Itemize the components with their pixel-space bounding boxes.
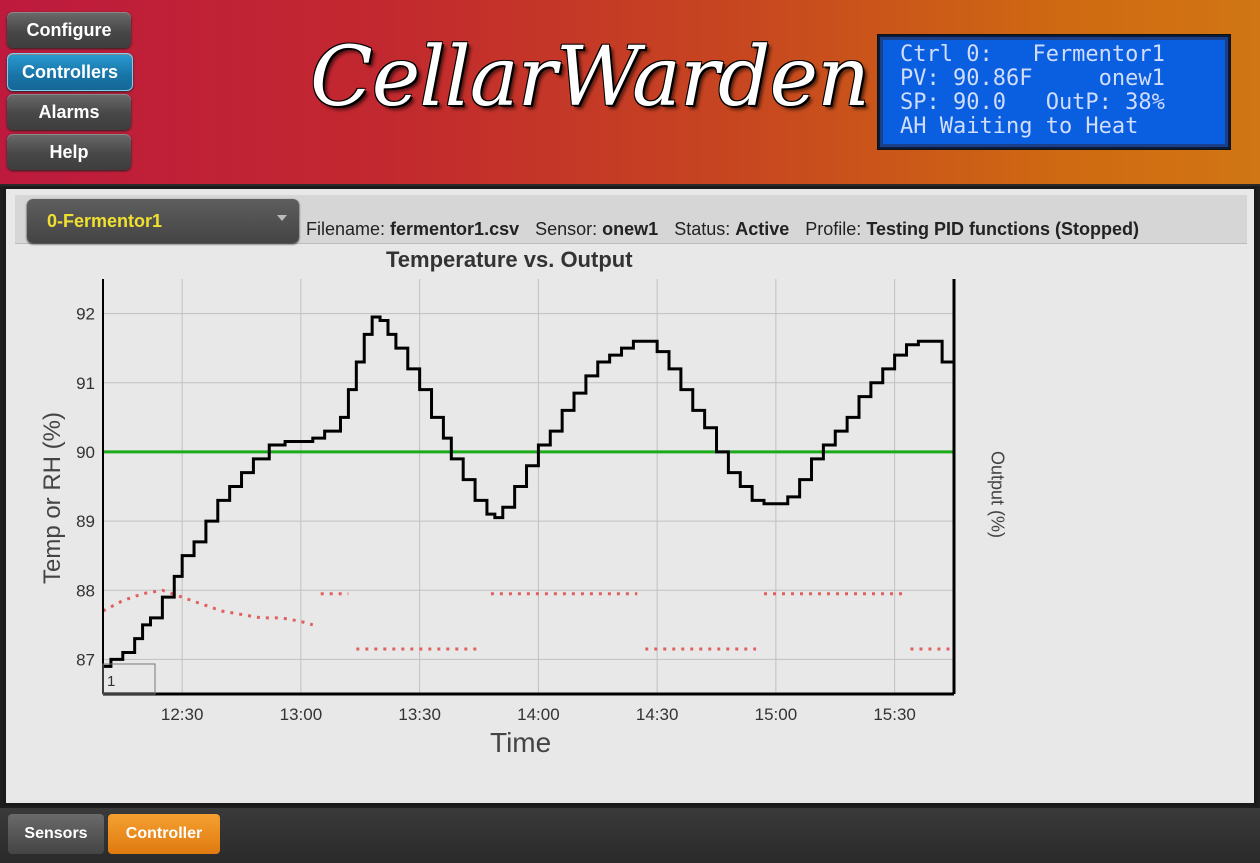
- temperature-output-chart: 87 88 89 90 91 92 12:30 13:00 13:30 14:00 14:30 15:…: [76, 279, 956, 724]
- y-tick-label: 92: [76, 305, 95, 324]
- x-tick-label: 14:00: [517, 705, 560, 724]
- y-tick-label: 87: [76, 650, 95, 669]
- tab-sensors[interactable]: Sensors: [8, 814, 104, 854]
- alarms-button[interactable]: Alarms: [7, 94, 131, 130]
- x-tick-label: 15:30: [873, 705, 916, 724]
- x-tick-label: 12:30: [161, 705, 204, 724]
- y-tick-label: 90: [76, 443, 95, 462]
- x-tick-label: 14:30: [636, 705, 679, 724]
- x-tick-label: 15:00: [755, 705, 798, 724]
- configure-button[interactable]: Configure: [7, 12, 131, 48]
- lcd-status-panel: Ctrl 0: Fermentor1 PV: 90.86F onew1 SP: 90…: [878, 35, 1230, 149]
- y-tick-label: 89: [76, 512, 95, 531]
- lcd-line-1: Ctrl 0: Fermentor1: [900, 42, 1165, 67]
- bottom-tab-bar: Sensors Controller: [0, 808, 1260, 863]
- x-tick-label: 13:30: [398, 705, 441, 724]
- controller-panel: 0-Fermentor1 Filename: fermentor1.csv Sen…: [3, 186, 1257, 806]
- lcd-line-4: AH Waiting to Heat: [900, 114, 1139, 139]
- lcd-line-2: PV: 90.86F onew1: [900, 66, 1165, 91]
- x-tick-label: 13:00: [280, 705, 323, 724]
- controllers-button[interactable]: Controllers: [7, 53, 133, 91]
- help-button[interactable]: Help: [7, 134, 131, 170]
- app-logo: CellarWarden: [310, 30, 870, 125]
- y-tick-label: 88: [76, 581, 95, 600]
- app-header: Configure Controllers Alarms Help Cellar…: [0, 0, 1260, 186]
- tab-controller[interactable]: Controller: [108, 814, 220, 854]
- legend-box-label: 1: [107, 673, 115, 690]
- y-tick-label: 91: [76, 374, 95, 393]
- lcd-line-3: SP: 90.0 OutP: 38%: [900, 90, 1165, 115]
